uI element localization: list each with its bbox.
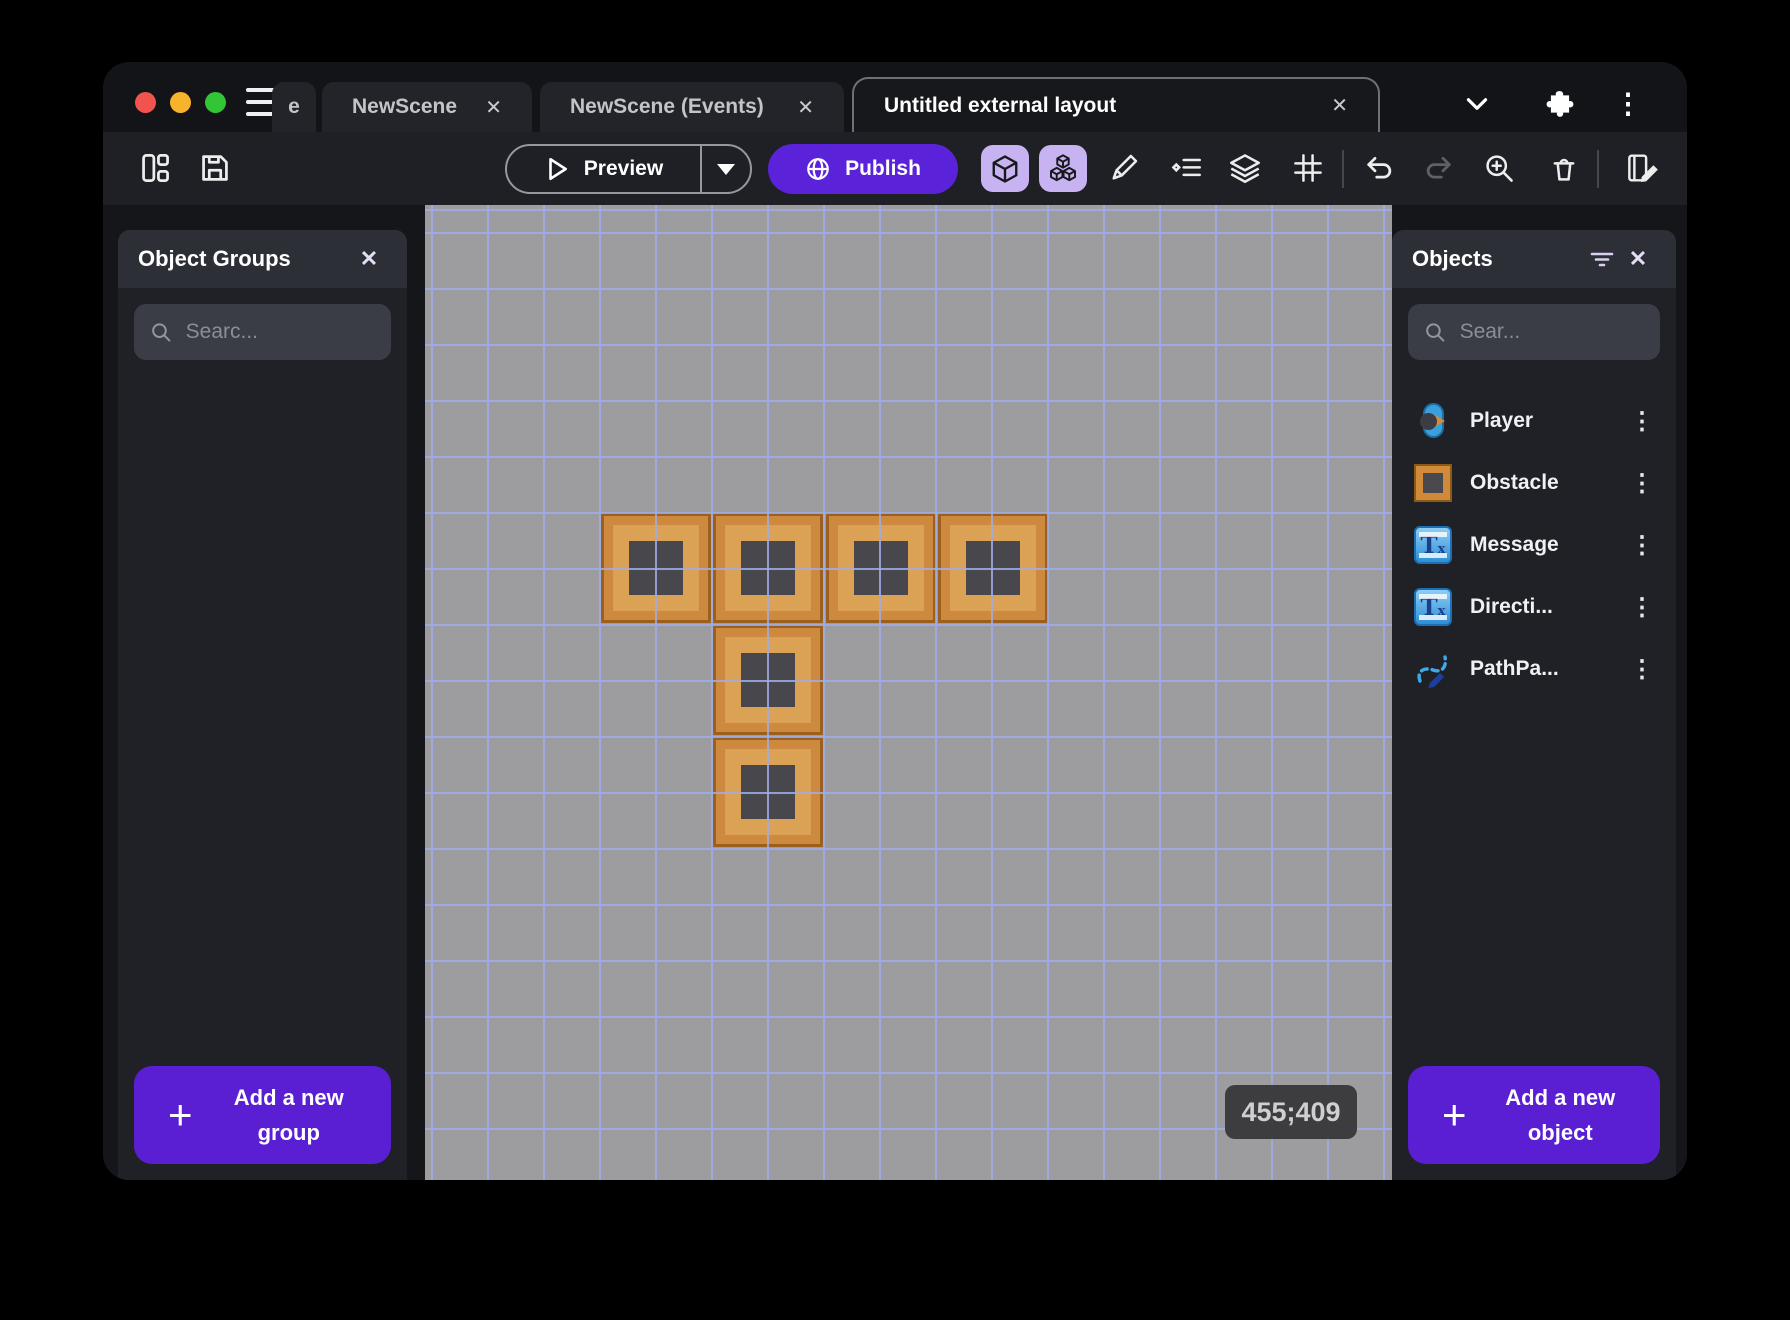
content-area: 455;409 Object Groups ✕ + Add a new grou… bbox=[103, 205, 1687, 1180]
instances-list-icon[interactable] bbox=[1164, 146, 1208, 190]
preview-split-button: Preview bbox=[505, 144, 752, 194]
cursor-coordinates-badge: 455;409 bbox=[1225, 1085, 1357, 1139]
preview-button[interactable]: Preview bbox=[507, 146, 700, 192]
preview-dropdown-button[interactable] bbox=[700, 146, 750, 192]
caret-down-icon bbox=[717, 163, 735, 175]
object-label: PathPa... bbox=[1470, 657, 1559, 680]
redo-icon[interactable] bbox=[1417, 146, 1461, 190]
open-panels-layout-icon[interactable] bbox=[133, 146, 177, 190]
obstacle-instance[interactable] bbox=[713, 737, 823, 847]
play-icon bbox=[548, 157, 567, 181]
traffic-light-close-icon[interactable] bbox=[135, 92, 156, 113]
object-groups-panel: Object Groups ✕ + Add a new group bbox=[118, 230, 407, 1180]
search-icon bbox=[152, 323, 171, 342]
close-icon[interactable]: ✕ bbox=[485, 95, 502, 120]
panel-title: Object Groups bbox=[138, 246, 291, 271]
zoom-in-icon[interactable] bbox=[1477, 146, 1521, 190]
publish-label: Publish bbox=[845, 157, 921, 180]
add-object-button[interactable]: + Add a new object bbox=[1408, 1066, 1660, 1164]
object-groups-header: Object Groups ✕ bbox=[118, 230, 407, 288]
obstacle-instance[interactable] bbox=[826, 513, 936, 623]
app-window: e NewScene ✕ NewScene (Events) ✕ Untitle… bbox=[103, 62, 1687, 1180]
edit-pencil-icon[interactable] bbox=[1102, 146, 1146, 190]
object-row-obstacle[interactable]: Obstacle ⋮ bbox=[1392, 452, 1676, 514]
add-group-label: Add a new group bbox=[233, 1084, 344, 1145]
panel-title: Objects bbox=[1412, 246, 1493, 271]
chevron-down-icon[interactable] bbox=[1457, 86, 1497, 122]
object-label: Message bbox=[1470, 533, 1559, 556]
3d-view-toggle-cube-icon[interactable] bbox=[981, 145, 1029, 192]
close-icon[interactable]: ✕ bbox=[351, 241, 387, 277]
object-menu-kebab-icon[interactable]: ⋮ bbox=[1630, 531, 1654, 560]
plus-icon: + bbox=[168, 1091, 193, 1138]
layers-icon[interactable] bbox=[1223, 146, 1267, 190]
traffic-light-minimize-icon[interactable] bbox=[170, 92, 191, 113]
obstacle-instance[interactable] bbox=[713, 625, 823, 735]
close-icon[interactable]: ✕ bbox=[797, 95, 814, 120]
undo-icon[interactable] bbox=[1357, 146, 1401, 190]
objects-list: Player ⋮ Obstacle ⋮ Tx Message ⋮ Tx Dire… bbox=[1392, 390, 1676, 700]
object-label: Player bbox=[1470, 409, 1534, 432]
toolbar-divider bbox=[1342, 150, 1344, 188]
add-group-button[interactable]: + Add a new group bbox=[134, 1066, 391, 1164]
trash-icon[interactable] bbox=[1542, 146, 1586, 190]
extensions-puzzle-icon[interactable] bbox=[1540, 86, 1580, 122]
objects-search bbox=[1408, 304, 1660, 360]
obstacle-instance[interactable] bbox=[938, 513, 1048, 623]
tab-label: NewScene bbox=[352, 95, 458, 118]
obstacle-instance[interactable] bbox=[713, 513, 823, 623]
object-menu-kebab-icon[interactable]: ⋮ bbox=[1630, 655, 1654, 684]
save-icon[interactable] bbox=[193, 146, 237, 190]
close-icon[interactable]: ✕ bbox=[1620, 241, 1656, 277]
scene-canvas[interactable]: 455;409 bbox=[425, 205, 1392, 1180]
search-input[interactable] bbox=[1457, 319, 1644, 345]
path-paint-icon bbox=[1414, 650, 1452, 688]
object-row-pathpainter[interactable]: PathPa... ⋮ bbox=[1392, 638, 1676, 700]
object-menu-kebab-icon[interactable]: ⋮ bbox=[1630, 593, 1654, 622]
edit-scene-properties-icon[interactable] bbox=[1617, 146, 1673, 190]
object-label: Obstacle bbox=[1470, 471, 1559, 494]
object-row-directions[interactable]: Tx Directi... ⋮ bbox=[1392, 576, 1676, 638]
object-row-message[interactable]: Tx Message ⋮ bbox=[1392, 514, 1676, 576]
grid-icon[interactable] bbox=[1286, 146, 1330, 190]
object-menu-kebab-icon[interactable]: ⋮ bbox=[1630, 407, 1654, 436]
globe-icon bbox=[807, 158, 829, 180]
toolbar: Preview Publish bbox=[103, 132, 1687, 205]
object-groups-search bbox=[134, 304, 391, 360]
tab-overflow[interactable]: e bbox=[272, 82, 316, 132]
objects-header: Objects ✕ bbox=[1392, 230, 1676, 288]
window-menu-kebab-icon[interactable]: ⋮ bbox=[1608, 86, 1648, 122]
object-row-player[interactable]: Player ⋮ bbox=[1392, 390, 1676, 452]
object-menu-kebab-icon[interactable]: ⋮ bbox=[1630, 469, 1654, 498]
text-object-icon: Tx bbox=[1414, 526, 1452, 564]
tab-label: e bbox=[288, 95, 300, 118]
traffic-light-zoom-icon[interactable] bbox=[205, 92, 226, 113]
add-object-label: Add a new object bbox=[1505, 1084, 1616, 1145]
tab-newscene-events[interactable]: NewScene (Events) ✕ bbox=[540, 82, 844, 132]
tab-bar: e NewScene ✕ NewScene (Events) ✕ Untitle… bbox=[103, 62, 1687, 132]
search-icon bbox=[1426, 323, 1445, 342]
instances-view-cubes-icon[interactable] bbox=[1039, 145, 1087, 192]
plus-icon: + bbox=[1442, 1091, 1467, 1138]
grid-overlay bbox=[425, 205, 1392, 1180]
player-icon bbox=[1414, 402, 1452, 440]
obstacle-icon bbox=[1414, 464, 1452, 502]
tab-untitled-external-layout[interactable]: Untitled external layout ✕ bbox=[852, 77, 1380, 132]
preview-label: Preview bbox=[583, 157, 664, 180]
close-icon[interactable]: ✕ bbox=[1331, 93, 1348, 118]
object-label: Directi... bbox=[1470, 595, 1553, 618]
search-input[interactable] bbox=[183, 319, 375, 345]
filter-icon[interactable] bbox=[1584, 241, 1620, 277]
tab-label: Untitled external layout bbox=[884, 93, 1117, 117]
tab-label: NewScene (Events) bbox=[570, 95, 764, 118]
objects-panel: Objects ✕ Player ⋮ Obstacle bbox=[1392, 230, 1676, 1180]
publish-button[interactable]: Publish bbox=[768, 144, 958, 194]
text-object-icon: Tx bbox=[1414, 588, 1452, 626]
obstacle-instance[interactable] bbox=[601, 513, 711, 623]
tab-newscene[interactable]: NewScene ✕ bbox=[322, 82, 532, 132]
toolbar-divider bbox=[1597, 150, 1599, 188]
